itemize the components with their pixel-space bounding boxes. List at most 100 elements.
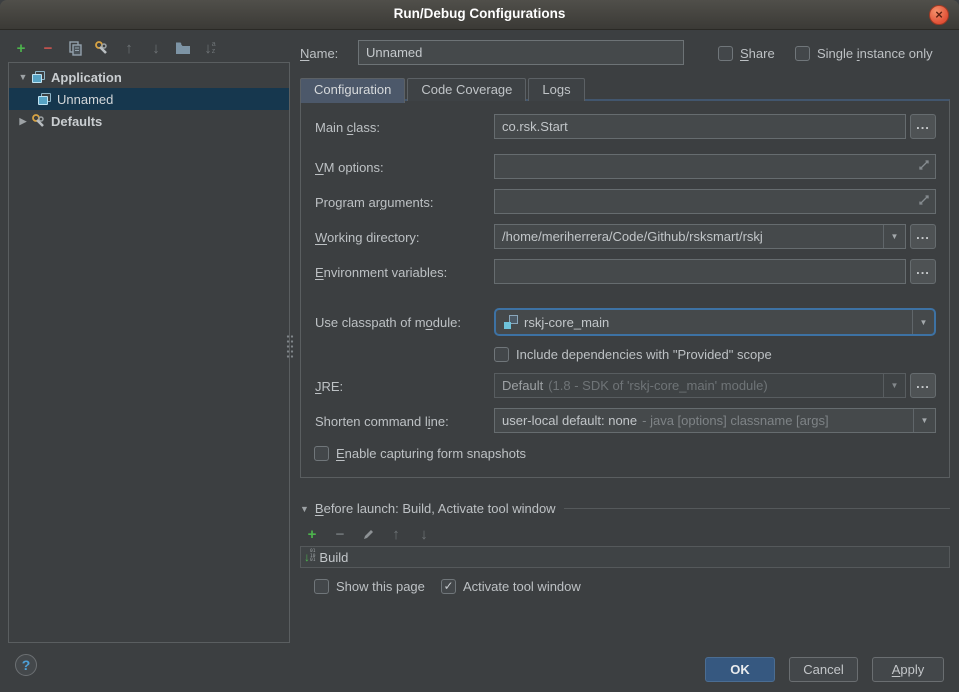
tab-configuration[interactable]: Configuration xyxy=(300,78,405,103)
checkbox-label: Include dependencies with "Provided" sco… xyxy=(516,347,772,362)
checkbox-label: Share xyxy=(740,46,775,61)
module-icon xyxy=(503,314,519,330)
checkbox-box[interactable] xyxy=(314,446,329,461)
dropdown-arrow-icon[interactable]: ▼ xyxy=(883,225,905,248)
tab-logs[interactable]: Logs xyxy=(528,78,584,101)
before-launch-task-list: ↓ 011001 Build xyxy=(300,546,950,568)
jre-browse-button[interactable]: ... xyxy=(910,373,936,398)
edit-defaults-button[interactable] xyxy=(93,39,111,57)
remove-task-button[interactable]: − xyxy=(331,525,349,543)
remove-configuration-button[interactable]: − xyxy=(39,39,57,57)
shorten-command-line-combo[interactable]: user-local default: none - java [options… xyxy=(494,408,936,433)
build-task-icon: ↓ 011001 xyxy=(304,550,315,564)
application-type-icon xyxy=(31,69,47,85)
task-label[interactable]: Build xyxy=(319,550,348,565)
move-down-button[interactable]: ↓ xyxy=(147,39,165,57)
edit-task-button[interactable] xyxy=(359,525,377,543)
name-input[interactable] xyxy=(358,40,684,65)
name-label: Name: xyxy=(300,46,338,62)
program-arguments-label: Program arguments: xyxy=(315,195,434,211)
folder-icon xyxy=(175,41,191,55)
tree-item-application[interactable]: ▼ Application xyxy=(9,66,289,88)
checkbox-box[interactable] xyxy=(494,347,509,362)
window-title: Run/Debug Configurations xyxy=(0,6,959,21)
sort-az-icon: ↓ az xyxy=(204,40,215,57)
move-task-down-button[interactable]: ↓ xyxy=(415,525,433,543)
environment-variables-label: Environment variables: xyxy=(315,265,447,281)
cancel-button[interactable]: Cancel xyxy=(789,657,858,682)
checkbox-box[interactable] xyxy=(314,579,329,594)
checkbox-box-checked[interactable] xyxy=(441,579,456,594)
single-instance-checkbox[interactable]: Single instance only xyxy=(795,45,933,61)
share-checkbox[interactable]: Share xyxy=(718,45,775,61)
shorten-command-line-label: Shorten command line: xyxy=(315,414,449,430)
working-directory-combo[interactable]: /home/meriherrera/Code/Github/rsksmart/r… xyxy=(494,224,906,249)
checkbox-label: Enable capturing form snapshots xyxy=(336,446,526,461)
checkbox-box[interactable] xyxy=(795,46,810,61)
before-launch-toolbar: + − ↑ ↓ xyxy=(303,525,433,543)
jre-value: Default xyxy=(502,378,543,393)
program-arguments-field[interactable] xyxy=(494,189,936,214)
configurations-tree: ▼ Application Unnamed ▶ Defaults xyxy=(8,62,290,643)
close-button[interactable]: × xyxy=(929,5,949,25)
arrow-up-icon: ↑ xyxy=(125,40,133,57)
add-configuration-button[interactable]: + xyxy=(12,39,30,57)
environment-variables-field[interactable] xyxy=(494,259,906,284)
ok-label: OK xyxy=(730,662,750,677)
copy-configuration-button[interactable] xyxy=(66,39,84,57)
create-folder-button[interactable] xyxy=(174,39,192,57)
tree-item-label: Unnamed xyxy=(57,92,113,107)
wrench-icon xyxy=(94,40,110,56)
title-bar: Run/Debug Configurations × xyxy=(0,0,959,30)
dropdown-arrow-icon[interactable]: ▼ xyxy=(883,374,905,397)
tree-item-defaults[interactable]: ▶ Defaults xyxy=(9,110,289,132)
plus-icon: + xyxy=(308,526,317,543)
working-directory-label: Working directory: xyxy=(315,230,420,246)
jre-label: JRE: xyxy=(315,379,343,395)
shorten-value-detail: - java [options] classname [args] xyxy=(642,413,828,428)
chevron-down-icon[interactable]: ▼ xyxy=(17,72,29,82)
expand-field-icon[interactable] xyxy=(918,159,930,174)
include-provided-scope-checkbox[interactable]: Include dependencies with "Provided" sco… xyxy=(494,346,772,362)
activate-tool-window-checkbox[interactable]: Activate tool window xyxy=(441,578,581,594)
checkbox-label: Show this page xyxy=(336,579,425,594)
apply-label: Apply xyxy=(892,662,925,677)
jre-combo[interactable]: Default (1.8 - SDK of 'rskj-core_main' m… xyxy=(494,373,906,398)
ellipsis-icon: ... xyxy=(916,376,930,391)
add-task-button[interactable]: + xyxy=(303,525,321,543)
ok-button[interactable]: OK xyxy=(705,657,775,682)
environment-variables-browse-button[interactable]: ... xyxy=(910,259,936,284)
sort-configurations-button[interactable]: ↓ az xyxy=(201,39,219,57)
working-directory-browse-button[interactable]: ... xyxy=(910,224,936,249)
before-launch-title: Before launch: Build, Activate tool wind… xyxy=(315,501,556,516)
move-up-button[interactable]: ↑ xyxy=(120,39,138,57)
checkbox-label: Activate tool window xyxy=(463,579,581,594)
tree-item-unnamed[interactable]: Unnamed xyxy=(9,88,289,110)
tab-code-coverage[interactable]: Code Coverage xyxy=(407,78,526,101)
apply-button[interactable]: Apply xyxy=(872,657,944,682)
vm-options-label: VM options: xyxy=(315,160,384,176)
before-launch-section-header[interactable]: ▼ Before launch: Build, Activate tool wi… xyxy=(300,501,950,516)
dropdown-arrow-icon[interactable]: ▼ xyxy=(913,409,935,432)
expand-field-icon[interactable] xyxy=(918,194,930,209)
main-class-browse-button[interactable]: ... xyxy=(910,114,936,139)
application-type-icon xyxy=(37,91,53,107)
chevron-right-icon[interactable]: ▶ xyxy=(17,116,29,127)
show-this-page-checkbox[interactable]: Show this page xyxy=(314,578,425,594)
main-class-field[interactable]: co.rsk.Start xyxy=(494,114,906,139)
main-class-label: Main class: xyxy=(315,120,380,136)
section-rule xyxy=(564,508,950,509)
arrow-up-icon: ↑ xyxy=(392,526,400,543)
vm-options-field[interactable] xyxy=(494,154,936,179)
arrow-down-icon: ↓ xyxy=(152,40,160,57)
tree-item-label: Application xyxy=(51,70,122,85)
enable-capturing-checkbox[interactable]: Enable capturing form snapshots xyxy=(314,445,526,461)
help-button[interactable]: ? xyxy=(15,654,37,676)
panel-splitter-handle[interactable] xyxy=(286,334,294,360)
dropdown-arrow-icon[interactable]: ▼ xyxy=(912,310,934,334)
use-classpath-combo[interactable]: rskj-core_main ▼ xyxy=(494,308,936,336)
move-task-up-button[interactable]: ↑ xyxy=(387,525,405,543)
minus-icon: − xyxy=(336,526,345,543)
checkbox-box[interactable] xyxy=(718,46,733,61)
chevron-down-icon[interactable]: ▼ xyxy=(300,504,309,514)
